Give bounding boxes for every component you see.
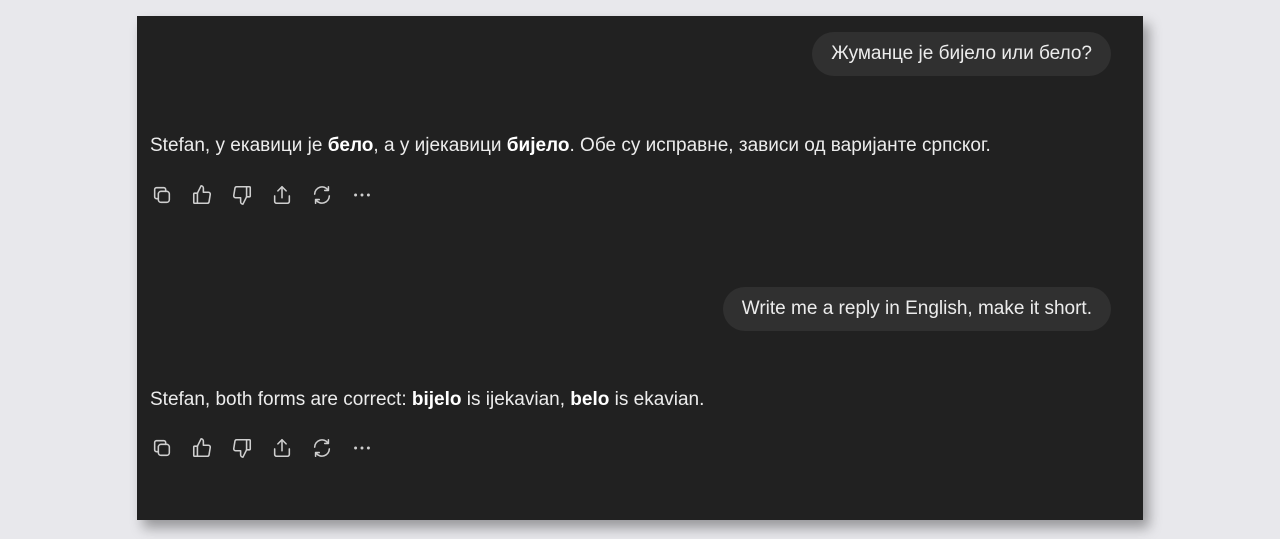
assistant-message: Stefan, у екавици је бело, а у ијекавици…	[150, 135, 991, 157]
reply-text: is ekavian.	[609, 389, 705, 410]
thumbs-down-icon	[232, 438, 252, 458]
share-icon	[273, 438, 291, 458]
regenerate-button[interactable]	[310, 436, 334, 460]
reply-text: Stefan, both forms are correct:	[150, 389, 412, 410]
thumbs-up-icon	[192, 185, 212, 205]
regenerate-button[interactable]	[310, 183, 334, 207]
more-icon	[354, 446, 370, 450]
more-options-button[interactable]	[350, 436, 374, 460]
user-message-bubble: Write me a reply in English, make it sho…	[722, 287, 1111, 331]
user-message-bubble: Жуманце је бијело или бело?	[812, 32, 1111, 76]
more-icon	[354, 193, 370, 197]
assistant-message: Stefan, both forms are correct: bijelo i…	[150, 389, 704, 411]
reply-text: Stefan, у екавици је	[150, 135, 328, 156]
regenerate-icon	[313, 185, 331, 205]
reply-text: is ijekavian,	[461, 389, 571, 410]
reply-text: . Обе су исправне, зависи од варијанте с…	[569, 135, 991, 156]
more-options-button[interactable]	[350, 183, 374, 207]
share-button[interactable]	[270, 183, 294, 207]
reply-text-bold: бијело	[506, 135, 570, 156]
copy-icon	[153, 439, 171, 457]
share-button[interactable]	[270, 436, 294, 460]
reply-text: , а у ијекавици	[373, 135, 507, 156]
thumbs-up-icon	[192, 438, 212, 458]
thumbs-up-button[interactable]	[190, 183, 214, 207]
chat-window: Жуманце је бијело или бело? Stefan, у ек…	[137, 16, 1143, 520]
copy-button[interactable]	[150, 436, 174, 460]
thumbs-up-button[interactable]	[190, 436, 214, 460]
regenerate-icon	[313, 438, 331, 458]
thumbs-down-button[interactable]	[230, 436, 254, 460]
thumbs-down-button[interactable]	[230, 183, 254, 207]
message-actions	[150, 183, 374, 207]
reply-text-bold: belo	[570, 389, 610, 410]
reply-text-bold: bijelo	[411, 389, 462, 410]
message-actions	[150, 436, 374, 460]
reply-text-bold: бело	[327, 135, 374, 156]
share-icon	[273, 185, 291, 205]
thumbs-down-icon	[232, 185, 252, 205]
copy-button[interactable]	[150, 183, 174, 207]
copy-icon	[153, 186, 171, 204]
